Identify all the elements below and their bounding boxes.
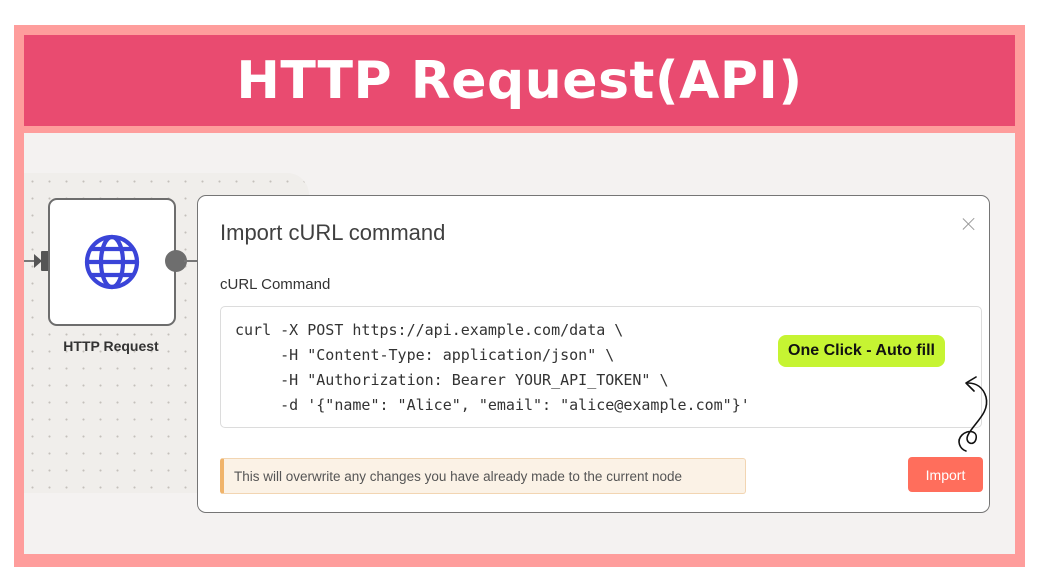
dialog-title: Import cURL command bbox=[220, 220, 446, 245]
command-line: -H "Content-Type: application/json" \ bbox=[235, 346, 615, 364]
command-line: -d '{"name": "Alice", "email": "alice@ex… bbox=[235, 396, 750, 414]
command-line: -H "Authorization: Bearer YOUR_API_TOKEN… bbox=[235, 371, 669, 389]
auto-fill-badge: One Click - Auto fill bbox=[778, 335, 945, 367]
node-label: HTTP Request bbox=[63, 338, 159, 354]
workflow-panel: HTTP Request Import cURL command cURL Co… bbox=[24, 133, 1015, 554]
curl-command-label: cURL Command bbox=[220, 276, 331, 293]
globe-icon bbox=[84, 234, 140, 290]
overwrite-warning: This will overwrite any changes you have… bbox=[220, 458, 746, 494]
title-banner: HTTP Request(API) bbox=[24, 35, 1015, 126]
curl-command-input[interactable]: curl -X POST https://api.example.com/dat… bbox=[220, 306, 982, 428]
http-request-node[interactable] bbox=[48, 198, 176, 326]
output-connection-line bbox=[184, 260, 198, 262]
import-curl-dialog: Import cURL command cURL Command curl -X… bbox=[197, 195, 990, 513]
close-icon[interactable] bbox=[961, 216, 977, 232]
import-button[interactable]: Import bbox=[908, 457, 983, 492]
curly-arrow-icon bbox=[958, 376, 988, 452]
command-line: curl -X POST https://api.example.com/dat… bbox=[235, 321, 624, 339]
banner-title: HTTP Request(API) bbox=[236, 50, 803, 111]
